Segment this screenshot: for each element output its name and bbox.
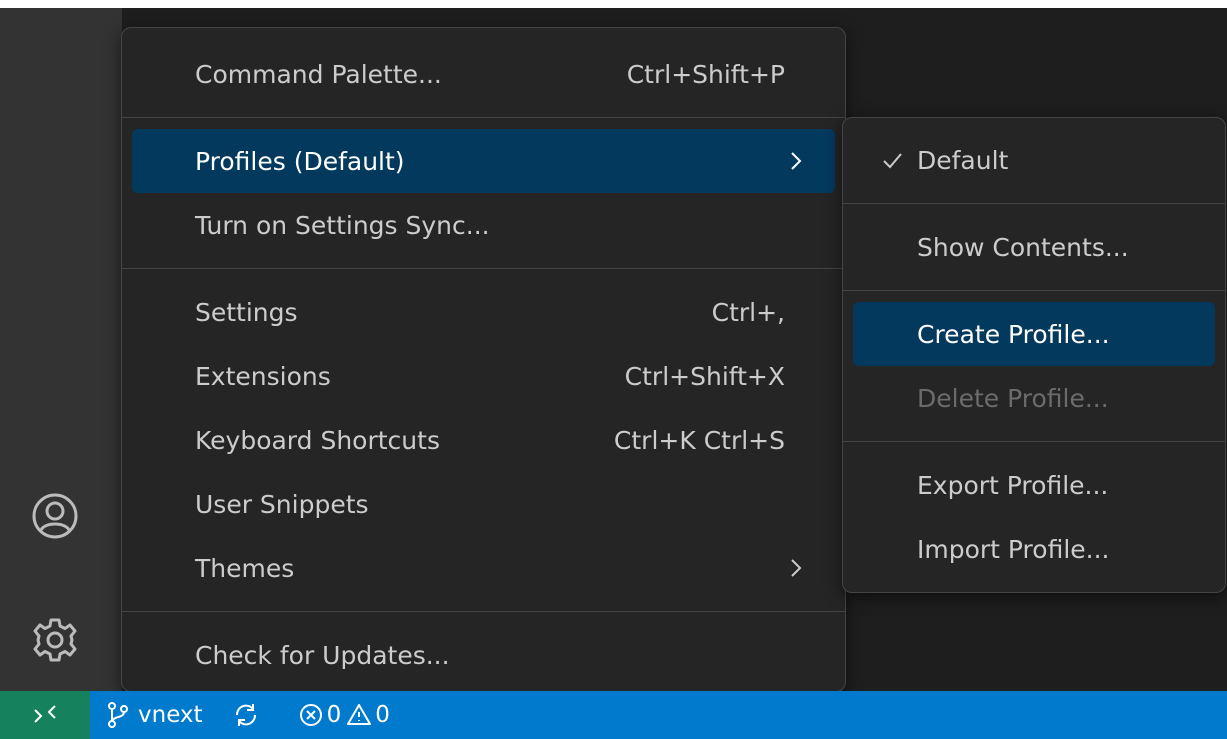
chevron-right-icon <box>791 559 802 577</box>
profile-item-default[interactable]: Default <box>853 128 1215 192</box>
menu-separator <box>122 117 845 118</box>
menu-item-label: Profiles (Default) <box>195 146 405 176</box>
menu-item-label: Command Palette... <box>195 59 442 89</box>
vscode-window: Command Palette... Ctrl+Shift+P Profiles… <box>0 0 1227 739</box>
menu-item-command-palette[interactable]: Command Palette... Ctrl+Shift+P <box>132 42 835 106</box>
account-icon <box>32 493 78 539</box>
profiles-submenu: Default Show Contents... Create Profile.… <box>842 117 1226 593</box>
menu-item-shortcut: Ctrl+K Ctrl+S <box>613 425 785 455</box>
menu-item-settings[interactable]: Settings Ctrl+, <box>132 280 835 344</box>
menu-item-shortcut: Ctrl+Shift+X <box>624 361 785 391</box>
menu-item-profiles[interactable]: Profiles (Default) <box>132 129 835 193</box>
warning-icon <box>347 704 372 725</box>
menu-item-label: Create Profile... <box>917 319 1110 349</box>
problems-status[interactable]: 0 0 <box>299 691 396 739</box>
activity-bar <box>0 8 122 691</box>
menu-separator <box>843 203 1225 204</box>
menu-item-extensions[interactable]: Extensions Ctrl+Shift+X <box>132 344 835 408</box>
menu-item-label: Themes <box>195 553 295 583</box>
git-branch-icon <box>108 702 128 728</box>
sync-button[interactable] <box>233 691 259 739</box>
profile-item-export[interactable]: Export Profile... <box>853 453 1215 517</box>
branch-status[interactable]: vnext <box>106 691 203 739</box>
menu-item-settings-sync[interactable]: Turn on Settings Sync... <box>132 193 835 257</box>
warning-count: 0 <box>375 702 390 728</box>
menu-item-label: Show Contents... <box>917 232 1129 262</box>
menu-item-label: Default <box>917 145 1009 175</box>
chevron-right-icon <box>791 152 802 170</box>
menu-item-shortcut: Ctrl+Shift+P <box>626 59 785 89</box>
menu-item-label: Keyboard Shortcuts <box>195 425 440 455</box>
error-count: 0 <box>326 702 342 728</box>
status-bar: vnext 0 0 <box>0 691 1227 739</box>
menu-item-label: Settings <box>195 297 298 327</box>
menu-item-label: Import Profile... <box>917 534 1110 564</box>
menu-item-check-updates[interactable]: Check for Updates... <box>132 623 835 687</box>
menu-item-label: Export Profile... <box>917 470 1109 500</box>
menu-item-label: Delete Profile... <box>917 383 1109 413</box>
manage-menu: Command Palette... Ctrl+Shift+P Profiles… <box>121 27 846 692</box>
accounts-button[interactable] <box>30 491 80 541</box>
remote-icon <box>34 705 56 723</box>
menu-separator <box>843 290 1225 291</box>
gear-icon <box>33 618 77 662</box>
menu-separator <box>122 268 845 269</box>
menu-item-themes[interactable]: Themes <box>132 536 835 600</box>
profile-item-import[interactable]: Import Profile... <box>853 517 1215 581</box>
window-top-edge <box>0 0 1227 8</box>
branch-name: vnext <box>138 702 203 728</box>
check-icon <box>883 153 902 169</box>
menu-item-user-snippets[interactable]: User Snippets <box>132 472 835 536</box>
menu-separator <box>122 611 845 612</box>
menu-item-keyboard-shortcuts[interactable]: Keyboard Shortcuts Ctrl+K Ctrl+S <box>132 408 835 472</box>
menu-separator <box>843 441 1225 442</box>
menu-item-label: Check for Updates... <box>195 640 450 670</box>
menu-item-label: Turn on Settings Sync... <box>195 210 490 240</box>
profile-item-show-contents[interactable]: Show Contents... <box>853 215 1215 279</box>
menu-item-shortcut: Ctrl+, <box>711 297 785 327</box>
sync-icon <box>235 704 256 726</box>
profile-item-create[interactable]: Create Profile... <box>853 302 1215 366</box>
error-icon <box>299 704 322 726</box>
menu-item-label: User Snippets <box>195 489 369 519</box>
menu-item-label: Extensions <box>195 361 331 391</box>
profile-item-delete: Delete Profile... <box>853 366 1215 430</box>
manage-button[interactable] <box>30 615 80 665</box>
remote-indicator-button[interactable] <box>0 691 90 739</box>
